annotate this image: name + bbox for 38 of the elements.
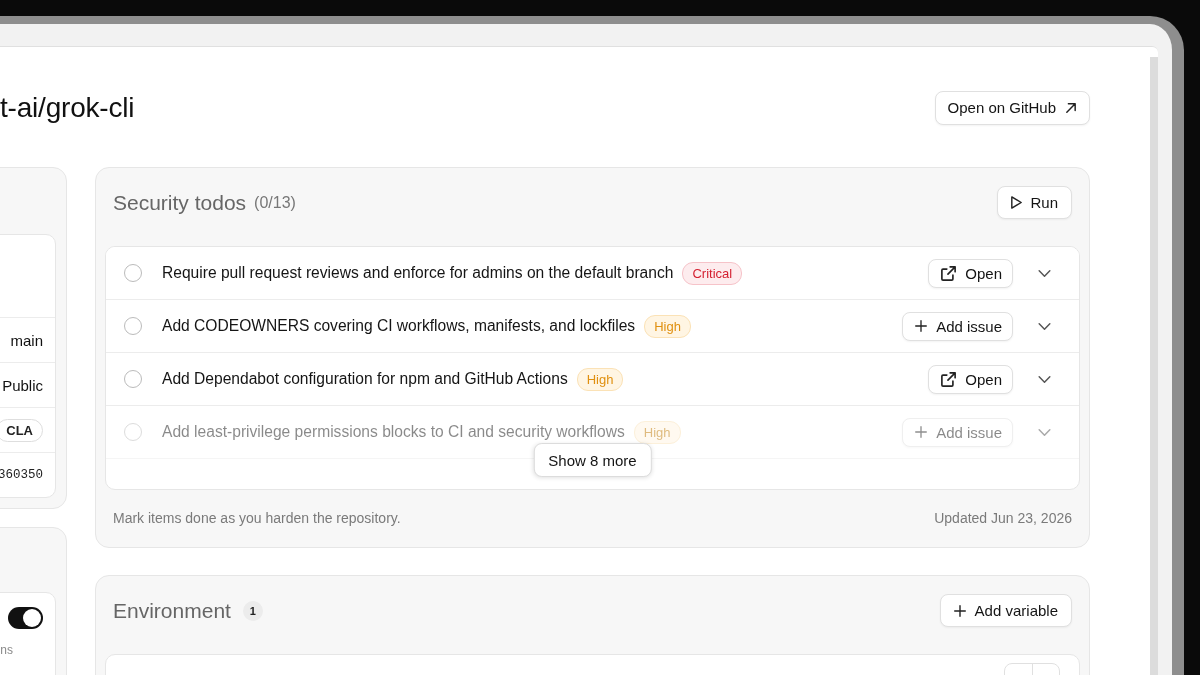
chevron-down-icon[interactable] [1038,322,1051,330]
severity-badge: High [633,420,681,444]
todo-text: Require pull request reviews and enforce for admins on the default branch [162,264,674,282]
todo-text: Add Dependabot configuration for npm and GitHub Actions [162,370,568,388]
scrollbar[interactable] [1150,57,1158,675]
severity-badge: High [644,314,691,338]
severity-badge: High [576,367,624,391]
detail-value: main [10,331,43,349]
section-title: Security todos [113,190,247,215]
open-button[interactable]: Open [928,364,1013,394]
updated-date: Updated Jun 23, 2026 [934,510,1072,527]
toggle-switch[interactable] [8,607,43,629]
repo-title: t-ai/grok-cli [0,91,135,124]
detail-value: Public [2,376,43,394]
play-icon [1011,196,1023,209]
setting-caption: ns [0,643,14,657]
count-badge: 1 [242,600,263,621]
external-link-icon [941,371,957,387]
external-link-icon [941,265,957,281]
open-on-github-button[interactable]: Open on GitHub [934,90,1090,125]
chevron-down-icon[interactable] [1038,269,1051,277]
add-issue-button[interactable]: Add issue [902,417,1013,447]
chevron-down-icon[interactable] [1038,375,1051,383]
todo-text: Add least-privilege permissions blocks to CI and security workflows [162,423,625,441]
open-button[interactable]: Open [928,258,1013,288]
add-variable-button[interactable]: Add variable [939,594,1072,627]
add-issue-button[interactable]: Add issue [902,311,1013,341]
todo-count: (0/13) [254,193,296,212]
plus-icon [915,426,928,438]
footer-note: Mark items done as you harden the repository. [113,510,401,527]
show-more-button[interactable]: Show 8 more [533,443,652,477]
plus-icon [953,604,966,617]
severity-badge: Critical [682,261,743,285]
run-button[interactable]: Run [997,186,1072,219]
arrow-up-right-icon [1066,102,1076,113]
plus-icon [915,320,928,332]
section-title: Environment [113,598,231,623]
todo-text: Add CODEOWNERS covering CI workflows, manifests, and lockfiles [162,317,636,335]
